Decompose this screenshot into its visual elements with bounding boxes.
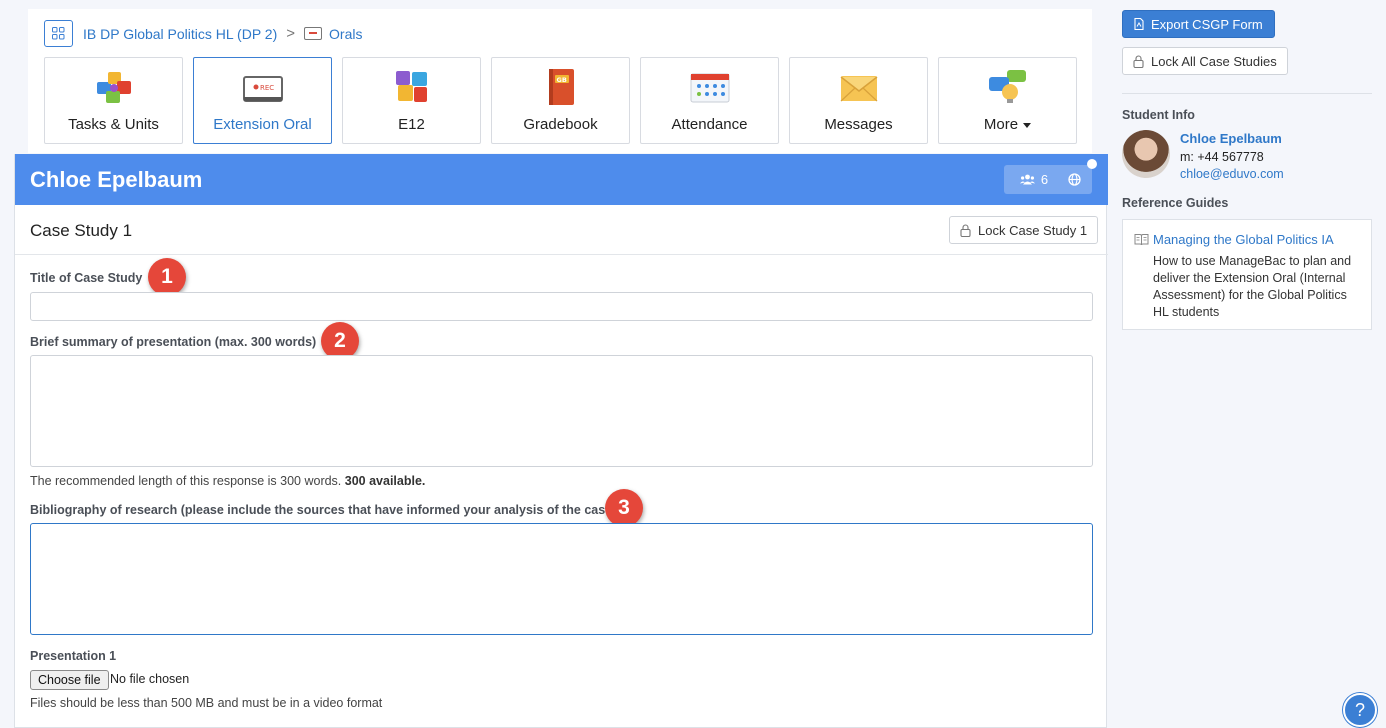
reference-guide-card: Managing the Global Politics IA How to u… xyxy=(1122,219,1372,330)
breadcrumb-orals-link[interactable]: Orals xyxy=(329,26,362,42)
reference-guide-link[interactable]: Managing the Global Politics IA xyxy=(1153,232,1334,247)
gradebook-icon: GB xyxy=(548,69,574,105)
bibliography-textarea[interactable] xyxy=(30,523,1093,635)
caret-down-icon xyxy=(1023,122,1032,128)
tile-label: Gradebook xyxy=(523,116,598,133)
rec-icon xyxy=(304,27,323,40)
notification-dot xyxy=(1087,159,1097,169)
summary-help-sentence: The recommended length of this response … xyxy=(30,474,342,488)
svg-text:GB: GB xyxy=(556,76,566,84)
puzzle-icon xyxy=(395,71,427,102)
module-tiles: Tasks & Units REC Extension Oral E12 GB … xyxy=(44,57,1077,144)
summary-field-label: Brief summary of presentation (max. 300 … xyxy=(30,335,317,349)
tile-gradebook[interactable]: GB Gradebook xyxy=(491,57,630,144)
puzzle-pieces-icon xyxy=(96,72,131,103)
envelope-icon xyxy=(840,76,877,102)
breadcrumb-class-link[interactable]: IB DP Global Politics HL (DP 2) xyxy=(83,26,277,42)
class-nav-card: IB DP Global Politics HL (DP 2) > Orals … xyxy=(28,9,1092,153)
case-study-title: Case Study 1 xyxy=(30,221,133,240)
no-file-text: No file chosen xyxy=(110,672,190,686)
lock-case-study-button[interactable]: Lock Case Study 1 xyxy=(949,216,1099,244)
globe-button[interactable] xyxy=(1056,165,1092,194)
student-name-heading: Chloe Epelbaum xyxy=(30,167,203,192)
group-count: 6 xyxy=(1040,172,1049,187)
case-study-header: Case Study 1 Lock Case Study 1 xyxy=(15,205,1108,255)
pdf-file-icon xyxy=(1134,18,1144,30)
student-avatar[interactable] xyxy=(1122,130,1170,178)
tile-label: E12 xyxy=(398,116,425,133)
reference-guide-description: How to use ManageBac to plan and deliver… xyxy=(1153,254,1352,319)
group-members-button[interactable]: 6 xyxy=(1004,165,1064,194)
class-grid-button[interactable] xyxy=(44,20,73,47)
student-info-phone: m: +44 567778 xyxy=(1180,150,1264,164)
rec-screen-icon: REC xyxy=(242,76,283,102)
tile-attendance[interactable]: Attendance xyxy=(640,57,779,144)
calendar-icon xyxy=(690,73,729,103)
summary-textarea[interactable] xyxy=(30,355,1093,467)
more-label: More xyxy=(983,116,1019,133)
annotation-badge-1: 1 xyxy=(148,258,186,296)
tile-more[interactable]: More xyxy=(938,57,1077,144)
presentation-label: Presentation 1 xyxy=(30,649,117,663)
tile-extension-oral[interactable]: REC Extension Oral xyxy=(193,57,332,144)
lock-all-label: Lock All Case Studies xyxy=(1151,53,1277,69)
tile-label: Messages xyxy=(824,116,893,133)
tile-messages[interactable]: Messages xyxy=(789,57,928,144)
lock-all-case-studies-button[interactable]: Lock All Case Studies xyxy=(1122,47,1288,75)
export-csgp-button[interactable]: Export CSGP Form xyxy=(1122,10,1275,38)
student-info-email[interactable]: chloe@eduvo.com xyxy=(1180,167,1284,181)
annotation-badge-3: 3 xyxy=(605,489,643,527)
tile-label: Tasks & Units xyxy=(68,116,159,133)
svg-text:REC: REC xyxy=(260,84,274,92)
lock-icon xyxy=(960,223,971,237)
lock-icon xyxy=(1133,54,1144,68)
summary-available-count: 300 available. xyxy=(344,474,426,488)
tile-label: More xyxy=(939,116,1076,133)
breadcrumb: IB DP Global Politics HL (DP 2) > Orals xyxy=(44,20,362,47)
tile-label: Extension Oral xyxy=(213,116,312,133)
tile-label: Attendance xyxy=(671,116,748,133)
student-header: Chloe Epelbaum 6 xyxy=(15,154,1108,205)
bibliography-field-label: Bibliography of research (please include… xyxy=(30,503,617,517)
grid-icon xyxy=(52,27,65,40)
case-study-title-input[interactable] xyxy=(30,292,1093,321)
users-icon xyxy=(1019,174,1035,185)
title-field-label: Title of Case Study xyxy=(30,271,143,285)
help-button[interactable]: ? xyxy=(1343,693,1377,727)
tile-tasks-units[interactable]: Tasks & Units xyxy=(44,57,183,144)
tile-e12[interactable]: E12 xyxy=(342,57,481,144)
lock-case-study-label: Lock Case Study 1 xyxy=(978,222,1088,238)
choose-file-button[interactable]: Choose file xyxy=(30,670,109,690)
globe-icon xyxy=(1067,173,1081,186)
student-info-heading: Student Info xyxy=(1122,108,1195,122)
file-help-text: Files should be less than 500 MB and mus… xyxy=(30,696,383,710)
export-csgp-label: Export CSGP Form xyxy=(1151,16,1263,32)
chat-bulb-icon xyxy=(988,70,1026,103)
student-info-name[interactable]: Chloe Epelbaum xyxy=(1180,131,1282,146)
sidebar-divider xyxy=(1122,93,1372,94)
case-study-panel: Chloe Epelbaum 6 Case Study 1 Lock Case … xyxy=(14,154,1108,728)
summary-help-text: The recommended length of this response … xyxy=(30,474,425,488)
book-icon xyxy=(1134,234,1149,246)
reference-guides-heading: Reference Guides xyxy=(1122,196,1229,210)
breadcrumb-separator: > xyxy=(286,25,296,42)
